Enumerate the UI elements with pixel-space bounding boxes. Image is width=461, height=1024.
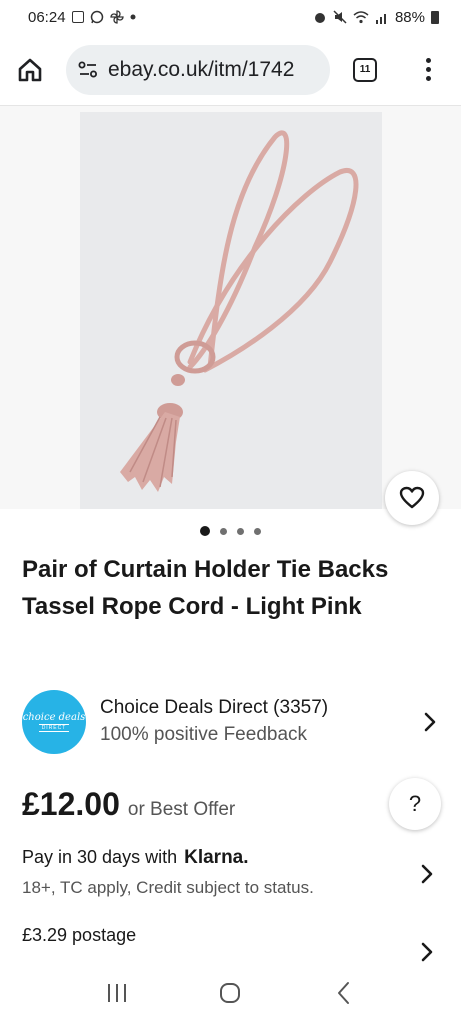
status-bar: 06:24 88% [0, 0, 461, 34]
recents-icon [107, 984, 126, 1002]
klarna-prefix: Pay in 30 days with [22, 847, 178, 867]
best-offer-text: or Best Offer [127, 799, 236, 820]
seller-feedback: 100% positive Feedback [100, 724, 308, 745]
price: £12.00 [22, 786, 120, 822]
battery-percent: 88% [394, 8, 425, 26]
question-mark-icon: ? [408, 791, 422, 816]
page-dot[interactable] [254, 527, 261, 535]
battery-icon [431, 10, 439, 24]
back-button[interactable] [314, 973, 374, 1013]
status-time: 06:24 [28, 8, 66, 26]
home-button[interactable] [0, 34, 60, 106]
seller-row[interactable]: choice deals DIRECT Choice Deals Direct … [22, 684, 442, 760]
wifi-icon [353, 10, 369, 24]
product-photo[interactable] [80, 112, 382, 509]
seller-info: Choice Deals Direct (3357) 100% positive… [100, 695, 418, 749]
seller-logo-text: choice deals [22, 712, 86, 723]
home-icon [18, 58, 42, 81]
help-button[interactable]: ? [389, 778, 441, 830]
signal-icon [375, 11, 389, 24]
browser-menu-button[interactable] [400, 34, 456, 106]
home-circle-icon [220, 983, 241, 1003]
postage-text: £3.29 postage [22, 925, 137, 945]
site-settings-icon[interactable] [78, 61, 98, 79]
klarna-section[interactable]: Pay in 30 days with Klarna. 18+, TC appl… [22, 843, 442, 904]
mute-icon [333, 10, 347, 24]
status-left: 06:24 [28, 9, 136, 26]
image-gallery[interactable] [0, 106, 461, 525]
url-text: ebay.co.uk/itm/1742 [108, 57, 295, 81]
heart-icon [399, 486, 425, 509]
page-dot[interactable] [237, 527, 244, 535]
chevron-right-icon[interactable] [415, 940, 439, 964]
pinwheel-icon [109, 10, 124, 24]
tab-count: 11 [353, 57, 377, 82]
chevron-right-icon [418, 710, 442, 734]
price-row: £12.00 or Best Offer [22, 786, 442, 826]
watch-button[interactable] [385, 471, 439, 525]
chevron-right-icon[interactable] [415, 862, 439, 886]
recent-apps-button[interactable] [87, 973, 147, 1013]
page-dot[interactable] [220, 527, 227, 535]
seller-logo: choice deals DIRECT [22, 690, 86, 754]
alarm-icon [313, 10, 327, 24]
url-bar[interactable]: ebay.co.uk/itm/1742 [66, 44, 330, 95]
listing-title: Pair of Curtain Holder Tie Backs Tassel … [22, 556, 389, 620]
more-vert-icon [425, 58, 431, 63]
more-vert-icon-dot [425, 76, 431, 81]
klarna-terms: 18+, TC apply, Credit subject to status. [22, 878, 314, 897]
gallery-pagination[interactable] [0, 526, 461, 536]
page-dot-active[interactable] [200, 526, 210, 536]
dot-icon [130, 14, 136, 20]
system-nav-bar [0, 962, 461, 1024]
whatsapp-icon [90, 10, 104, 24]
tassel-illustration [120, 130, 359, 492]
seller-logo-subtext: DIRECT [38, 724, 70, 732]
tab-switcher-button[interactable]: 11 [330, 34, 400, 106]
status-right: 88% [313, 9, 439, 26]
home-nav-button[interactable] [200, 973, 260, 1013]
seller-name: Choice Deals Direct (3357) [100, 697, 329, 718]
more-vert-icon-dot [425, 67, 431, 72]
back-icon [338, 982, 350, 1004]
klarna-line: Pay in 30 days with Klarna. [22, 843, 442, 872]
gallery-icon [71, 11, 84, 23]
browser-toolbar: ebay.co.uk/itm/1742 11 [0, 34, 461, 106]
klarna-logo: Klarna. [184, 847, 249, 868]
